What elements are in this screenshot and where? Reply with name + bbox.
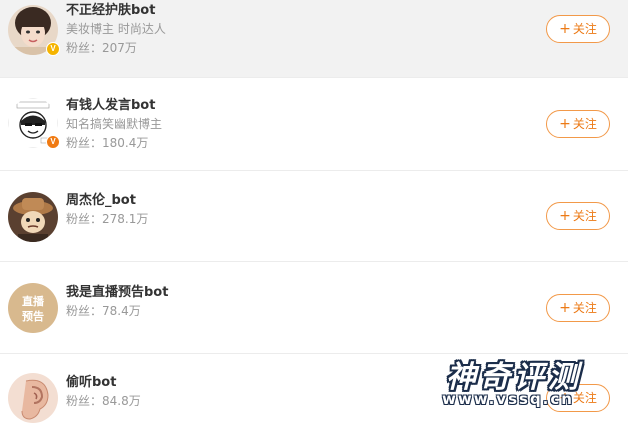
avatar[interactable] [8,373,58,423]
avatar[interactable]: V [8,5,60,56]
fans-count: 粉丝：180.4万 [66,136,149,150]
plus-icon: + [559,116,571,132]
user-description: 知名搞笑幽默博主 [66,117,163,131]
list-item[interactable]: V 不正经护肤bot 美妆博主 时尚达人 粉丝：207万 + 关注 [0,0,628,78]
avatar-text: 直播 [22,294,45,308]
plus-icon: + [559,208,571,224]
user-description: 美妆博主 时尚达人 [66,22,166,36]
user-list: V 不正经护肤bot 美妆博主 时尚达人 粉丝：207万 + 关注 V 有钱人发… [0,0,628,428]
user-name[interactable]: 有钱人发言bot [66,98,162,114]
watermark: 神奇评测 www.vssq.cn [438,352,623,412]
fans-count: 粉丝：78.4万 [66,304,141,318]
avatar[interactable]: 直播 预告 [8,283,58,333]
avatar[interactable]: V [8,98,60,149]
user-name[interactable]: 我是直播预告bot [66,285,168,301]
list-item[interactable]: V 有钱人发言bot 知名搞笑幽默博主 粉丝：180.4万 + 关注 [0,78,628,171]
fans-count: 粉丝：278.1万 [66,212,149,226]
user-name[interactable]: 不正经护肤bot [66,3,166,19]
user-name[interactable]: 周杰伦_bot [66,193,148,209]
watermark-url: www.vssq.cn [442,390,574,408]
avatar-text: 预告 [22,309,44,323]
verified-badge-icon: V [46,135,60,149]
follow-button[interactable]: + 关注 [546,202,610,230]
plus-icon: + [559,300,571,316]
list-item[interactable]: 周杰伦_bot 粉丝：278.1万 + 关注 [0,171,628,262]
follow-button[interactable]: + 关注 [546,15,610,43]
follow-button[interactable]: + 关注 [546,294,610,322]
follow-button[interactable]: + 关注 [546,110,610,138]
list-item[interactable]: 直播 预告 我是直播预告bot 粉丝：78.4万 + 关注 [0,262,628,354]
avatar[interactable] [8,192,58,242]
user-name[interactable]: 偷听bot [66,375,141,391]
fans-count: 粉丝：207万 [66,41,137,55]
fans-count: 粉丝：84.8万 [66,394,141,408]
verified-badge-icon: V [46,42,60,56]
plus-icon: + [559,21,571,37]
